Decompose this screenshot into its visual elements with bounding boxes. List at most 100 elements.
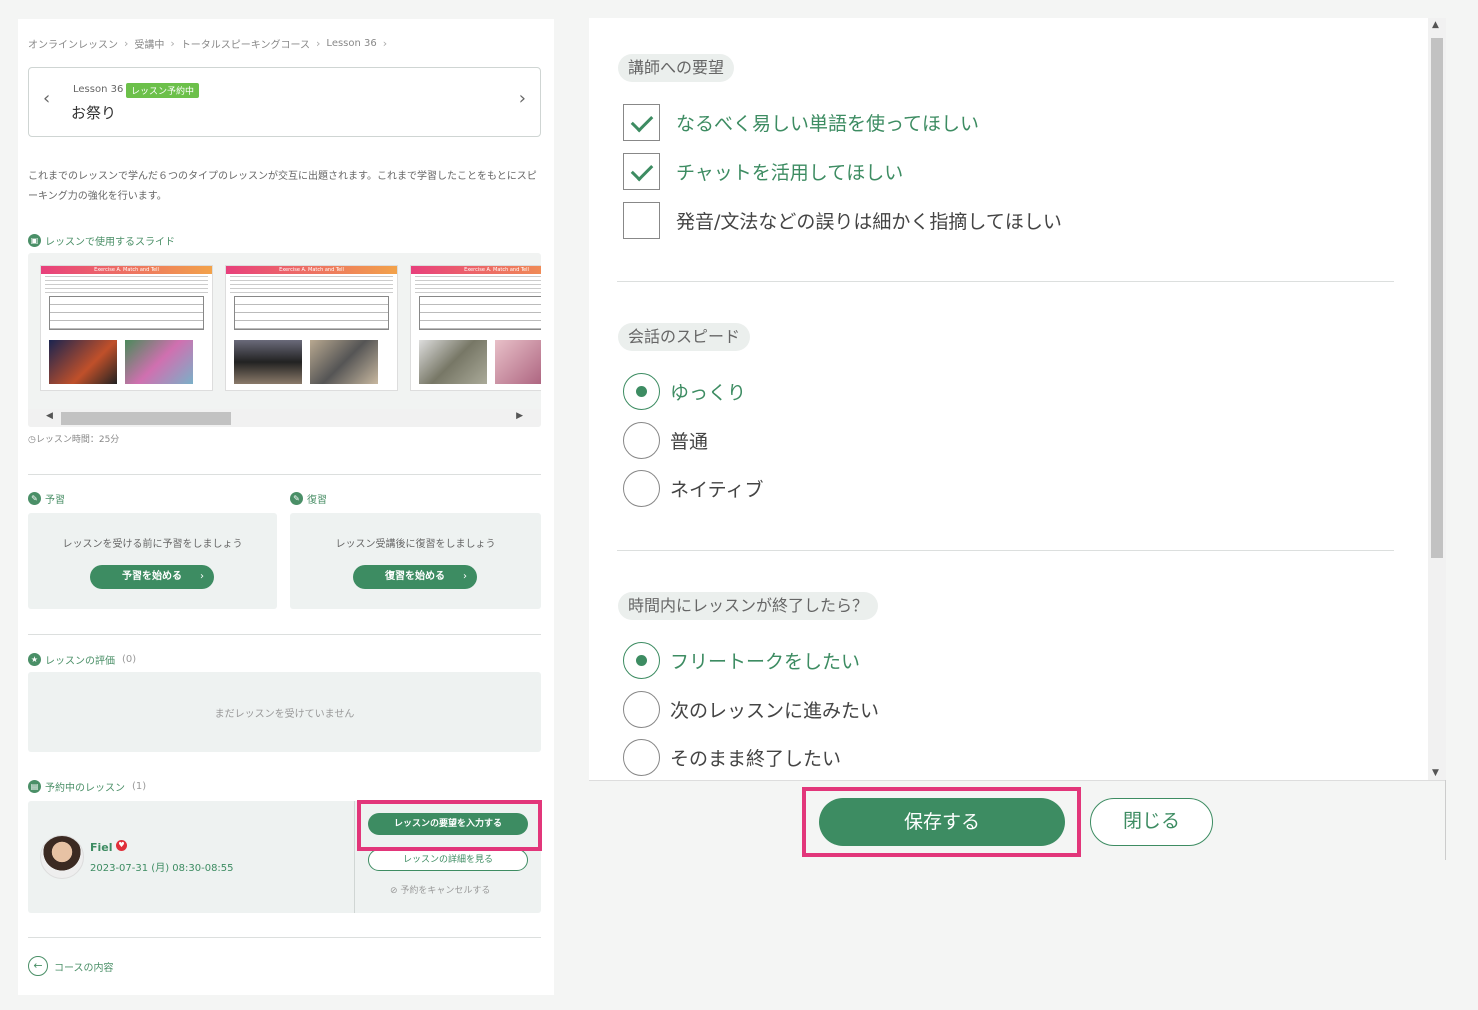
scrollbar-thumb[interactable] [1431, 38, 1443, 558]
festival-photo [310, 340, 378, 384]
divider [28, 474, 541, 475]
preview-card: レッスンを受ける前に予習をしましょう 予習を始める › [28, 513, 277, 609]
next-lesson-icon[interactable]: › [519, 88, 526, 109]
rating-message: まだレッスンを受けていません [214, 709, 355, 720]
review-section-title: ✎ 復習 [290, 491, 327, 506]
status-badge: レッスン予約中 [126, 83, 200, 98]
favorite-heart-icon[interactable]: ♥ [116, 840, 127, 851]
lesson-number: Lesson 36 [73, 84, 124, 95]
preview-section-title: ✎ 予習 [28, 491, 65, 506]
pencil-icon: ✎ [28, 492, 41, 505]
speed-option[interactable]: ゆっくり [623, 373, 746, 410]
scroll-right-icon[interactable]: ▶ [516, 411, 523, 421]
request-option[interactable]: チャットを活用してほしい [623, 153, 903, 190]
chevron-right-icon: › [382, 37, 388, 50]
calendar-icon: ▤ [28, 780, 41, 793]
start-preview-button[interactable]: 予習を始める › [90, 565, 214, 589]
scroll-left-icon[interactable]: ◀ [46, 411, 53, 421]
slide-thumbnail[interactable]: Exercise A. Match and Tell [40, 265, 213, 391]
breadcrumb: オンラインレッスン › 受講中 › トータルスピーキングコース › Lesson 36… [28, 36, 387, 51]
checkbox[interactable] [623, 153, 660, 190]
early-finish-option[interactable]: 次のレッスンに進みたい [623, 691, 879, 728]
course-contents-link[interactable]: ← コースの内容 [28, 956, 114, 976]
horizontal-scrollbar[interactable]: ◀ ▶ [28, 409, 541, 427]
requests-label: 講師への要望 [618, 54, 735, 82]
radio-button[interactable] [623, 739, 660, 776]
early-finish-option[interactable]: フリートークをしたい [623, 642, 860, 679]
slides-section-title: ▣ レッスンで使用するスライド [28, 233, 175, 248]
tutor-name[interactable]: Fiel [90, 841, 113, 854]
checkbox[interactable] [623, 104, 660, 141]
request-option[interactable]: なるべく易しい単語を使ってほしい [623, 104, 979, 141]
lesson-title: お祭り [71, 104, 117, 122]
divider [617, 281, 1394, 282]
chevron-right-icon: › [170, 37, 175, 50]
chevron-right-icon: › [124, 37, 129, 50]
avatar[interactable] [40, 835, 84, 879]
slides-title-text: レッスンで使用するスライド [45, 237, 175, 248]
divider [28, 634, 541, 635]
speed-label: 会話のスピード [618, 323, 751, 351]
preview-message: レッスンを受ける前に予習をしましょう [62, 539, 243, 550]
highlight-annotation [357, 800, 542, 851]
scrollbar-thumb[interactable] [61, 412, 231, 425]
divider [28, 937, 541, 938]
star-icon: ★ [28, 653, 41, 666]
chevron-right-icon: › [463, 571, 467, 582]
slide-thumbnail[interactable]: Exercise A. Match and Tell [410, 265, 541, 391]
festival-photo [419, 340, 487, 384]
lesson-duration: ◷レッスン時間：25分 [28, 435, 120, 445]
breadcrumb-item: Lesson 36 [326, 38, 377, 49]
lesson-detail-button[interactable]: レッスンの詳細を見る [368, 849, 528, 871]
scroll-up-icon[interactable]: ▲ [1432, 20, 1439, 30]
chevron-right-icon: › [316, 37, 321, 50]
rating-card: まだレッスンを受けていません [28, 672, 541, 752]
breadcrumb-item[interactable]: トータルスピーキングコース [181, 36, 310, 51]
slides-icon: ▣ [28, 234, 41, 247]
reserved-section-title: ▤ 予約中のレッスン (1) [28, 779, 146, 794]
festival-photo [234, 340, 302, 384]
radio-button[interactable] [623, 470, 660, 507]
request-form-panel[interactable]: 講師への要望 なるべく易しい単語を使ってほしい チャットを活用してほしい 発音/… [589, 18, 1446, 780]
arrow-left-icon: ← [28, 956, 48, 976]
checkbox[interactable] [623, 202, 660, 239]
prev-lesson-icon[interactable]: ‹ [43, 88, 50, 109]
speed-option[interactable]: ネイティブ [623, 470, 763, 507]
pencil-icon: ✎ [290, 492, 303, 505]
vertical-scrollbar[interactable]: ▲ ▼ [1428, 18, 1446, 780]
radio-button[interactable] [623, 373, 660, 410]
start-review-button[interactable]: 復習を始める › [353, 565, 477, 589]
highlight-annotation [802, 787, 1081, 857]
clock-icon: ◷ [28, 435, 36, 445]
lesson-description: これまでのレッスンで学んだ６つのタイプのレッスンが交互に出題されます。これまで学… [28, 171, 537, 202]
scroll-down-icon[interactable]: ▼ [1432, 768, 1439, 778]
lesson-datetime: 2023-07-31 (月) 08:30-08:55 [90, 863, 234, 874]
slide-header: Exercise A. Match and Tell [226, 266, 397, 274]
divider [1445, 780, 1446, 860]
chevron-right-icon: › [200, 571, 204, 582]
early-finish-option[interactable]: そのまま終了したい [623, 739, 841, 776]
divider [589, 780, 1446, 781]
slide-thumbnail[interactable]: Exercise A. Match and Tell [225, 265, 398, 391]
radio-button[interactable] [623, 691, 660, 728]
radio-button[interactable] [623, 422, 660, 459]
slides-carousel[interactable]: Exercise A. Match and Tell Exercise A. M… [28, 253, 541, 427]
lesson-header: ‹ Lesson 36 レッスン予約中 お祭り › [28, 67, 541, 137]
festival-photo [495, 340, 541, 384]
radio-button[interactable] [623, 642, 660, 679]
review-message: レッスン受講後に復習をしましょう [335, 539, 496, 550]
cancel-reservation-link[interactable]: ⊘ 予約をキャンセルする [390, 883, 490, 896]
festival-photo [49, 340, 117, 384]
slide-header: Exercise A. Match and Tell [411, 266, 541, 274]
divider [617, 550, 1394, 551]
request-option[interactable]: 発音/文法などの誤りは細かく指摘してほしい [623, 202, 1062, 239]
early-finish-label: 時間内にレッスンが終了したら？ [618, 592, 879, 620]
breadcrumb-item[interactable]: オンラインレッスン [28, 36, 118, 51]
close-button[interactable]: 閉じる [1090, 798, 1213, 846]
rating-section-title: ★ レッスンの評価 (0) [28, 652, 136, 667]
slide-header: Exercise A. Match and Tell [41, 266, 212, 274]
festival-photo [125, 340, 193, 384]
breadcrumb-item[interactable]: 受講中 [134, 36, 164, 51]
speed-option[interactable]: 普通 [623, 422, 708, 459]
review-card: レッスン受講後に復習をしましょう 復習を始める › [290, 513, 541, 609]
